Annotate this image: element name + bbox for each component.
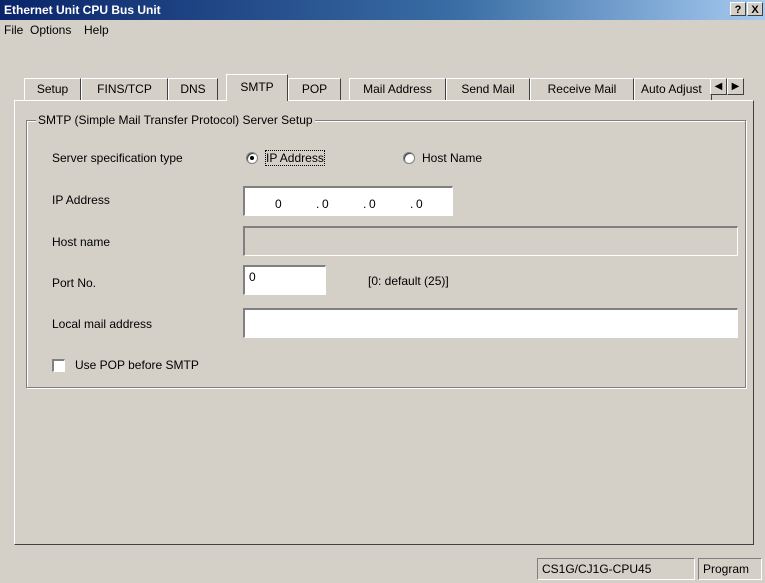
ip-address-label: IP Address [52, 193, 110, 207]
status-bar: CS1G/CJ1G-CPU45 Program [0, 553, 765, 583]
tab-send-mail[interactable]: Send Mail [446, 78, 530, 100]
radio-ip-address-label[interactable]: IP Address [265, 150, 325, 166]
host-name-input[interactable] [243, 226, 738, 256]
port-label: Port No. [52, 276, 97, 290]
tab-mail-address[interactable]: Mail Address [349, 78, 446, 100]
port-hint: [0: default (25)] [368, 274, 449, 288]
radio-host-name[interactable] [403, 152, 415, 164]
ip-separator: . [363, 197, 367, 211]
ip-octet-3: 0 [369, 197, 376, 211]
pop-before-smtp-checkbox[interactable] [52, 359, 65, 372]
local-mail-label: Local mail address [52, 317, 153, 331]
menu-file[interactable]: File [4, 23, 23, 37]
tab-smtp[interactable]: SMTP [226, 74, 288, 101]
ip-address-input[interactable]: 0 . 0 . 0 . 0 [243, 186, 453, 216]
window-title: Ethernet Unit CPU Bus Unit [4, 3, 161, 17]
ip-octet-4: 0 [416, 197, 423, 211]
status-mode: Program [698, 558, 762, 580]
title-bar: Ethernet Unit CPU Bus Unit ? X [0, 0, 765, 20]
server-spec-label: Server specification type [52, 151, 183, 165]
tab-fins-tcp[interactable]: FINS/TCP [81, 78, 168, 100]
smtp-group-title: SMTP (Simple Mail Transfer Protocol) Ser… [36, 113, 315, 127]
radio-selected-dot-icon [250, 156, 254, 160]
tab-setup[interactable]: Setup [24, 78, 81, 100]
tab-scroll-left-icon[interactable]: ◀ [710, 78, 727, 95]
tab-dns[interactable]: DNS [168, 78, 218, 100]
radio-ip-address[interactable] [246, 152, 258, 164]
ip-octet-2: 0 [322, 197, 329, 211]
tab-pop[interactable]: POP [288, 78, 341, 100]
menu-help[interactable]: Help [84, 23, 109, 37]
tab-strip: Setup FINS/TCP DNS SMTP POP Mail Address… [0, 70, 765, 101]
radio-host-name-label[interactable]: Host Name [422, 151, 482, 165]
ip-octet-1: 0 [275, 197, 282, 211]
close-button[interactable]: X [747, 2, 763, 16]
port-input[interactable]: 0 [243, 265, 326, 295]
menu-options[interactable]: Options [30, 23, 71, 37]
host-name-label: Host name [52, 235, 111, 249]
tab-receive-mail[interactable]: Receive Mail [530, 78, 634, 100]
local-mail-input[interactable] [243, 308, 738, 338]
tab-scroll-right-icon[interactable]: ▶ [727, 78, 744, 95]
menu-bar: File Options Help [0, 20, 765, 40]
tab-auto-adjust[interactable]: Auto Adjust [634, 78, 712, 100]
ip-separator: . [316, 197, 320, 211]
status-model: CS1G/CJ1G-CPU45 [537, 558, 695, 580]
ip-separator: . [410, 197, 414, 211]
pop-before-smtp-label[interactable]: Use POP before SMTP [75, 358, 199, 372]
help-button[interactable]: ? [730, 2, 746, 16]
